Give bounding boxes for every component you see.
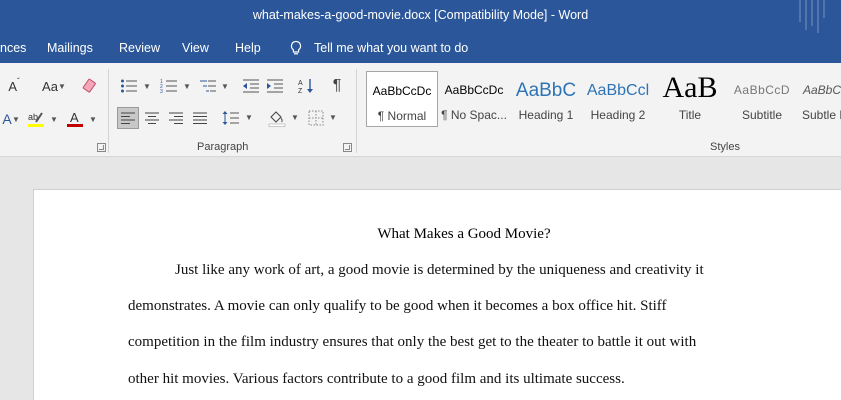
text-effects-icon: A	[2, 111, 12, 127]
style-sample: AaBbC	[515, 80, 577, 101]
group-separator	[356, 69, 357, 153]
style-name: ¶ Normal	[377, 109, 427, 123]
chevron-down-icon[interactable]: ▼	[183, 82, 191, 91]
paragraph-line: other hit movies. Various factors contri…	[128, 371, 625, 387]
justify-button[interactable]	[189, 107, 211, 129]
increase-indent-icon	[267, 79, 283, 93]
svg-text:A: A	[298, 80, 303, 87]
justify-icon	[193, 112, 207, 124]
align-center-button[interactable]	[141, 107, 163, 129]
tab-references[interactable]: nces	[0, 41, 26, 55]
style-sample: AaBbC	[803, 83, 841, 97]
show-formatting-button[interactable]: ¶	[326, 75, 348, 97]
style-normal[interactable]: AaBbCcDc ¶ Normal	[366, 71, 438, 127]
tab-view[interactable]: View	[182, 41, 209, 55]
shrink-font-button[interactable]: Aˇ	[4, 75, 24, 97]
style-title[interactable]: AaB Title	[654, 71, 726, 127]
style-name: Subtle E	[802, 108, 841, 122]
align-center-icon	[145, 112, 159, 124]
chevron-down-icon[interactable]: ▼	[89, 115, 97, 124]
style-heading-2[interactable]: AaBbCcl Heading 2	[582, 71, 654, 127]
window-title: what-makes-a-good-movie.docx [Compatibil…	[252, 8, 589, 22]
style-heading-1[interactable]: AaBbC Heading 1	[510, 71, 582, 127]
paragraph-group-label: Paragraph	[197, 141, 249, 153]
shading-button[interactable]	[265, 107, 289, 129]
style-sample: AaBbCcl	[586, 82, 650, 99]
chevron-down-icon[interactable]: ▼	[221, 82, 229, 91]
document-canvas[interactable]: What Makes a Good Movie? Just like any w…	[0, 157, 841, 400]
tab-help[interactable]: Help	[235, 41, 261, 55]
align-left-icon	[121, 112, 135, 124]
font-color-icon: A	[67, 110, 83, 127]
change-case-label: Aa	[42, 78, 58, 94]
chevron-down-icon[interactable]: ▼	[50, 115, 58, 124]
sort-button[interactable]: A Z	[295, 75, 317, 97]
pilcrow-icon: ¶	[332, 77, 342, 94]
font-color-button[interactable]: A	[64, 108, 86, 130]
tell-me-box[interactable]: Tell me what you want to do	[288, 40, 468, 56]
align-right-icon	[169, 112, 183, 124]
style-name: ¶ No Spac...	[441, 108, 507, 122]
decorative-pattern	[797, 0, 827, 33]
bullets-button[interactable]	[117, 75, 141, 97]
numbering-icon: 1 2 3	[160, 79, 177, 94]
multilevel-list-icon	[200, 80, 216, 92]
highlight-button[interactable]: ab	[24, 108, 48, 130]
style-sample: AaBbCcDc	[444, 83, 504, 97]
ribbon-tabs: nces Mailings Review View Help Tell me w…	[0, 33, 841, 63]
paint-bucket-icon	[268, 111, 286, 127]
document-page[interactable]: What Makes a Good Movie? Just like any w…	[33, 189, 841, 400]
styles-group-label: Styles	[710, 141, 740, 153]
style-name: Subtitle	[741, 108, 783, 122]
decrease-indent-button[interactable]	[240, 75, 262, 97]
borders-button[interactable]	[305, 107, 327, 129]
font-a-icon: A	[8, 78, 17, 94]
tab-mailings[interactable]: Mailings	[47, 41, 93, 55]
clear-formatting-button[interactable]	[78, 75, 100, 97]
decrease-indent-icon	[243, 79, 259, 93]
style-sample: AaBbCcDc	[372, 84, 432, 98]
chevron-down-icon[interactable]: ▼	[245, 113, 253, 122]
sort-icon: A Z	[298, 79, 313, 95]
eraser-icon	[82, 78, 96, 93]
svg-text:3: 3	[160, 89, 163, 94]
style-no-spacing[interactable]: AaBbCcDc ¶ No Spac...	[438, 71, 510, 127]
line-spacing-icon	[222, 111, 239, 125]
svg-text:A: A	[70, 110, 79, 125]
paragraph-line: Just like any work of art, a good movie …	[175, 262, 704, 278]
paragraph-line: demonstrates. A movie can only qualify t…	[128, 298, 667, 314]
paragraph-dialog-launcher[interactable]	[343, 143, 352, 152]
chevron-down-icon[interactable]: ▼	[143, 82, 151, 91]
highlighter-icon: ab	[28, 112, 44, 127]
title-bar: what-makes-a-good-movie.docx [Compatibil…	[0, 0, 841, 33]
borders-icon	[308, 110, 324, 126]
chevron-down-icon[interactable]: ▼	[12, 115, 20, 124]
style-name: Title	[678, 108, 702, 122]
tab-review[interactable]: Review	[119, 41, 160, 55]
style-subtitle[interactable]: AaBbCcD Subtitle	[726, 71, 798, 127]
style-subtle-emphasis[interactable]: AaBbC Subtle E	[798, 71, 841, 127]
tell-me-text: Tell me what you want to do	[314, 41, 469, 55]
ribbon: Aˇ Aa ▼ A ▼ ab ▼ A ▼ ▼ 1 2 3 ▼ ▼ A Z ¶ ▼…	[0, 63, 841, 157]
align-left-button[interactable]	[117, 107, 139, 129]
multilevel-list-button[interactable]	[196, 75, 220, 97]
style-sample: AaBbCcD	[733, 83, 791, 97]
svg-text:Z: Z	[298, 88, 303, 95]
document-title: What Makes a Good Movie?	[377, 226, 551, 242]
bullets-icon	[121, 79, 137, 93]
font-dialog-launcher[interactable]	[97, 143, 106, 152]
chevron-down-icon[interactable]: ▼	[329, 113, 337, 122]
lightbulb-icon	[290, 40, 302, 55]
chevron-down-icon[interactable]: ▼	[291, 113, 299, 122]
paragraph-line: competition in the film industry ensures…	[128, 334, 697, 350]
style-sample: AaB	[662, 71, 718, 104]
align-right-button[interactable]	[165, 107, 187, 129]
increase-indent-button[interactable]	[264, 75, 286, 97]
chevron-down-icon[interactable]: ▼	[58, 82, 66, 91]
line-spacing-button[interactable]	[219, 107, 243, 129]
style-name: Heading 1	[518, 108, 574, 122]
style-name: Heading 2	[590, 108, 646, 122]
group-separator	[108, 69, 109, 153]
numbering-button[interactable]: 1 2 3	[157, 75, 181, 97]
